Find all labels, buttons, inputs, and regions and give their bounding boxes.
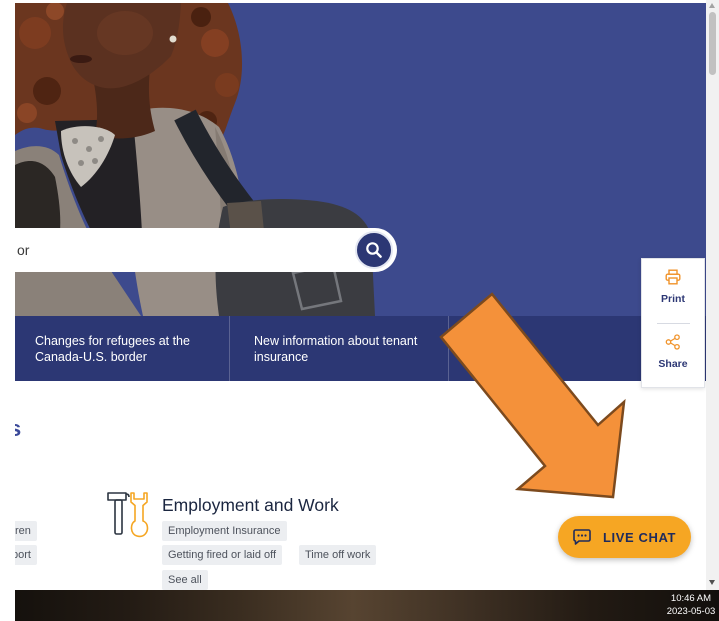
share-button[interactable]: Share [642, 334, 704, 371]
topics-heading: s [15, 416, 22, 441]
vertical-scrollbar[interactable] [706, 0, 719, 590]
share-icon [665, 334, 680, 350]
share-label: Share [658, 358, 688, 370]
live-chat-label: LIVE CHAT [603, 529, 677, 545]
wrench-glyph [130, 492, 149, 538]
topic-tag-partial[interactable]: ren [15, 521, 37, 541]
news-item-label: Changes for refugees at the Canada-U.S. … [35, 333, 190, 364]
news-item-label: New information about tenant insurance [254, 333, 418, 364]
search-input[interactable] [15, 228, 345, 272]
news-bar: Changes for refugees at the Canada-U.S. … [15, 316, 706, 381]
news-item-tenant-insurance[interactable]: New information about tenant insurance [230, 316, 449, 381]
search-bar [15, 228, 397, 272]
news-item-refugees[interactable]: Changes for refugees at the Canada-U.S. … [15, 316, 230, 381]
hero-banner [15, 3, 706, 316]
browser-viewport: Changes for refugees at the Canada-U.S. … [15, 0, 706, 590]
tools-icon [107, 492, 149, 538]
scroll-up-arrow-icon[interactable] [709, 3, 715, 8]
print-label: Print [661, 293, 685, 305]
search-button[interactable] [355, 231, 393, 269]
printer-icon [665, 269, 681, 285]
side-tools-divider [657, 323, 690, 324]
taskbar-date: 2023-05-03 [666, 606, 716, 617]
topic-tag[interactable]: Employment Insurance [162, 521, 287, 541]
chat-icon [573, 529, 591, 545]
topic-card-title[interactable]: Employment and Work [162, 494, 339, 516]
side-tools-panel: Print Share [641, 258, 705, 388]
hammer-glyph [107, 492, 130, 535]
scroll-down-arrow-icon[interactable] [709, 580, 715, 585]
live-chat-button[interactable]: LIVE CHAT [558, 516, 691, 558]
topic-see-all-link[interactable]: See all [162, 570, 208, 590]
topic-tag-partial[interactable]: port [15, 545, 37, 565]
scrollbar-thumb[interactable] [709, 12, 716, 75]
topic-tag[interactable]: Time off work [299, 545, 377, 565]
print-button[interactable]: Print [642, 269, 704, 306]
topic-tag[interactable]: Getting fired or laid off [162, 545, 283, 565]
os-taskbar: 10:46 AM 2023-05-03 [15, 590, 719, 621]
search-icon [366, 242, 382, 258]
taskbar-clock[interactable]: 10:46 AM 2023-05-03 [663, 592, 719, 618]
taskbar-time: 10:46 AM [670, 593, 712, 604]
